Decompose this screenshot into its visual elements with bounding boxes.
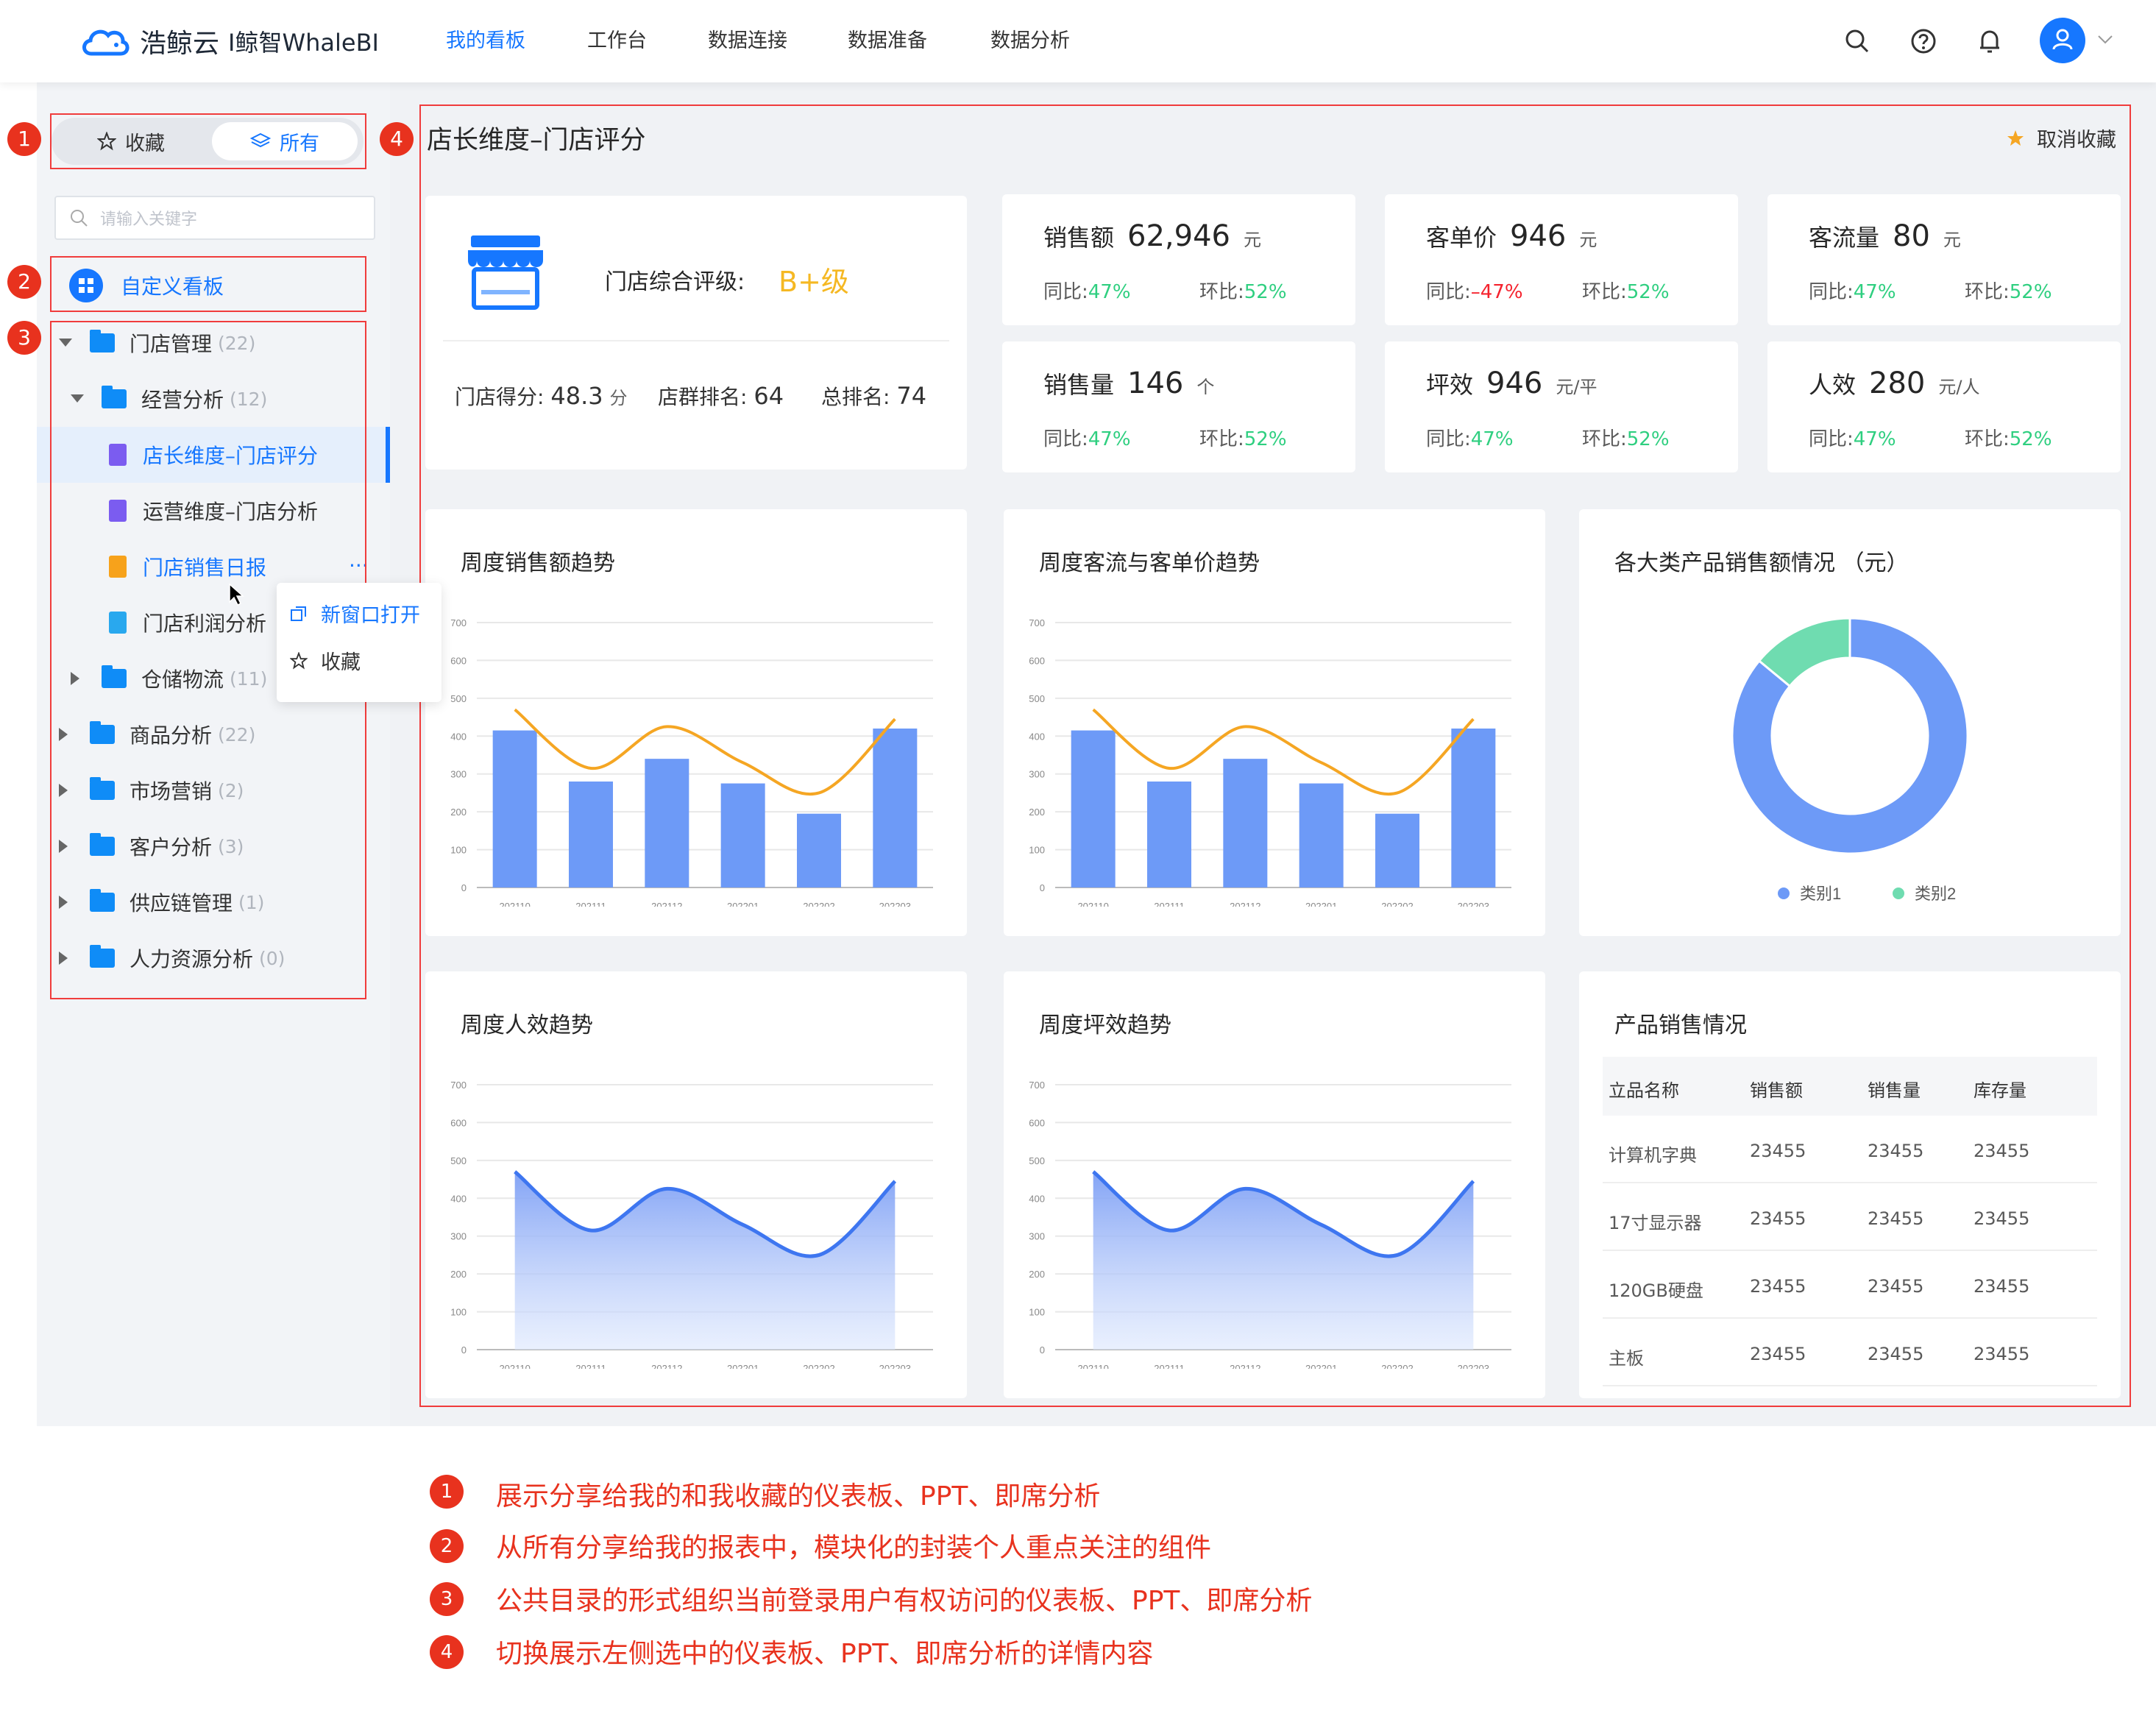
menu-label: 新窗口打开	[321, 604, 420, 627]
note-text-3: 公共目录的形式组织当前登录用户有权访问的仪表板、PPT、即席分析	[496, 1586, 1313, 1616]
help-icon[interactable]	[1909, 26, 1938, 56]
context-menu: 新窗口打开 收藏	[277, 583, 442, 702]
annotation-marker-2: 2	[7, 265, 41, 299]
brand-name: 浩鲸云	[140, 29, 220, 59]
note-text-4: 切换展示左侧选中的仪表板、PPT、即席分析的详情内容	[496, 1639, 1154, 1669]
search-input[interactable]: 请输入关键字	[54, 196, 375, 240]
menu-favorite[interactable]: 收藏	[290, 646, 361, 675]
nav-workbench[interactable]: 工作台	[587, 0, 647, 82]
search-icon	[71, 210, 88, 227]
search-icon[interactable]	[1843, 26, 1872, 56]
star-outline-icon	[290, 651, 308, 669]
note-marker-1: 1	[430, 1475, 464, 1509]
nav-data-analysis[interactable]: 数据分析	[990, 0, 1070, 82]
nav-data-preparation[interactable]: 数据准备	[848, 0, 927, 82]
annotation-marker-3: 3	[7, 321, 41, 355]
note-marker-2: 2	[430, 1529, 464, 1563]
annotation-box-1	[50, 113, 366, 169]
cloud-logo-icon	[82, 29, 130, 56]
annotation-box-2	[50, 256, 366, 312]
annotation-marker-4: 4	[380, 122, 414, 156]
annotation-box-4	[419, 104, 2131, 1407]
brand-logo[interactable]: 浩鲸云 I鲸智WhaleBI	[79, 21, 379, 62]
bell-icon[interactable]	[1975, 26, 2004, 56]
nav-my-boards[interactable]: 我的看板	[446, 0, 525, 82]
menu-open-new-window[interactable]: 新窗口打开	[290, 599, 420, 628]
menu-label: 收藏	[321, 651, 361, 674]
user-avatar[interactable]	[2040, 18, 2085, 63]
nav-data-connection[interactable]: 数据连接	[708, 0, 787, 82]
user-icon	[2052, 29, 2073, 50]
new-window-icon	[291, 606, 306, 621]
note-text-2: 从所有分享给我的报表中，模块化的封装个人重点关注的组件	[496, 1533, 1212, 1563]
search-placeholder: 请输入关键字	[100, 210, 198, 229]
note-marker-4: 4	[430, 1635, 464, 1669]
top-navigation-bar: 浩鲸云 I鲸智WhaleBI 我的看板 工作台 数据连接 数据准备 数据分析	[0, 0, 2156, 82]
chevron-down-icon[interactable]	[2097, 34, 2113, 46]
product-name: I鲸智WhaleBI	[228, 29, 379, 57]
note-text-1: 展示分享给我的和我收藏的仪表板、PPT、即席分析	[496, 1481, 1101, 1512]
annotation-marker-1: 1	[7, 122, 41, 156]
note-marker-3: 3	[430, 1582, 464, 1616]
